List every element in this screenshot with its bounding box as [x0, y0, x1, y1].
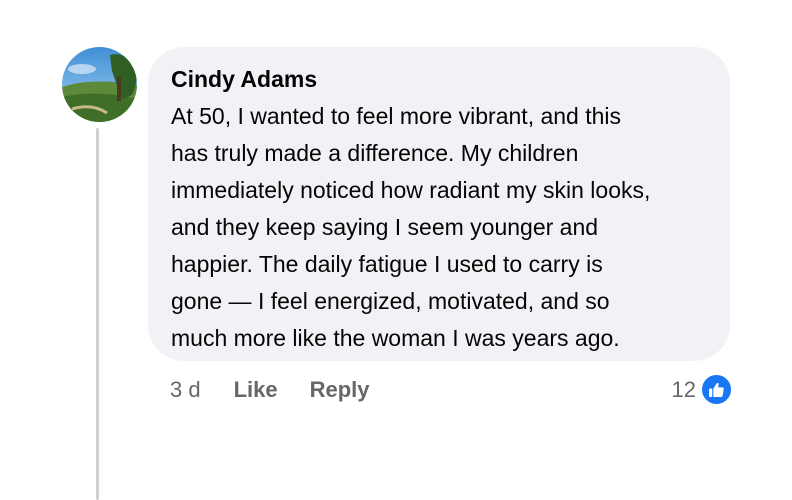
comment-actions: 3 d Like Reply [170, 376, 402, 404]
comment-text-line: immediately noticed how radiant my skin … [171, 177, 651, 203]
avatar-landscape-image [62, 47, 137, 122]
comment-text-line: happier. The daily fatigue I used to car… [171, 251, 603, 277]
comment-timestamp[interactable]: 3 d [170, 377, 201, 403]
thread-line [96, 128, 99, 500]
reply-button[interactable]: Reply [310, 377, 370, 403]
reaction-count: 12 [671, 376, 696, 402]
like-button[interactable]: Like [234, 377, 278, 403]
avatar[interactable] [62, 47, 137, 122]
comment-text-line: gone — I feel energized, motivated, and … [171, 288, 610, 314]
comment-text-line: has truly made a difference. My children [171, 140, 579, 166]
comment-text-line: and they keep saying I seem younger and [171, 214, 599, 240]
thumbs-up-icon [701, 374, 732, 405]
comment-text-line: At 50, I wanted to feel more vibrant, an… [171, 103, 622, 129]
reaction-summary[interactable]: 12 [672, 374, 732, 405]
comment-bubble: Cindy Adams At 50, I wanted to feel more… [148, 47, 730, 361]
comment-author[interactable]: Cindy Adams [171, 65, 706, 93]
comment-text-line: much more like the woman I was years ago… [171, 325, 620, 351]
comment-text: At 50, I wanted to feel more vibrant, an… [171, 98, 706, 357]
